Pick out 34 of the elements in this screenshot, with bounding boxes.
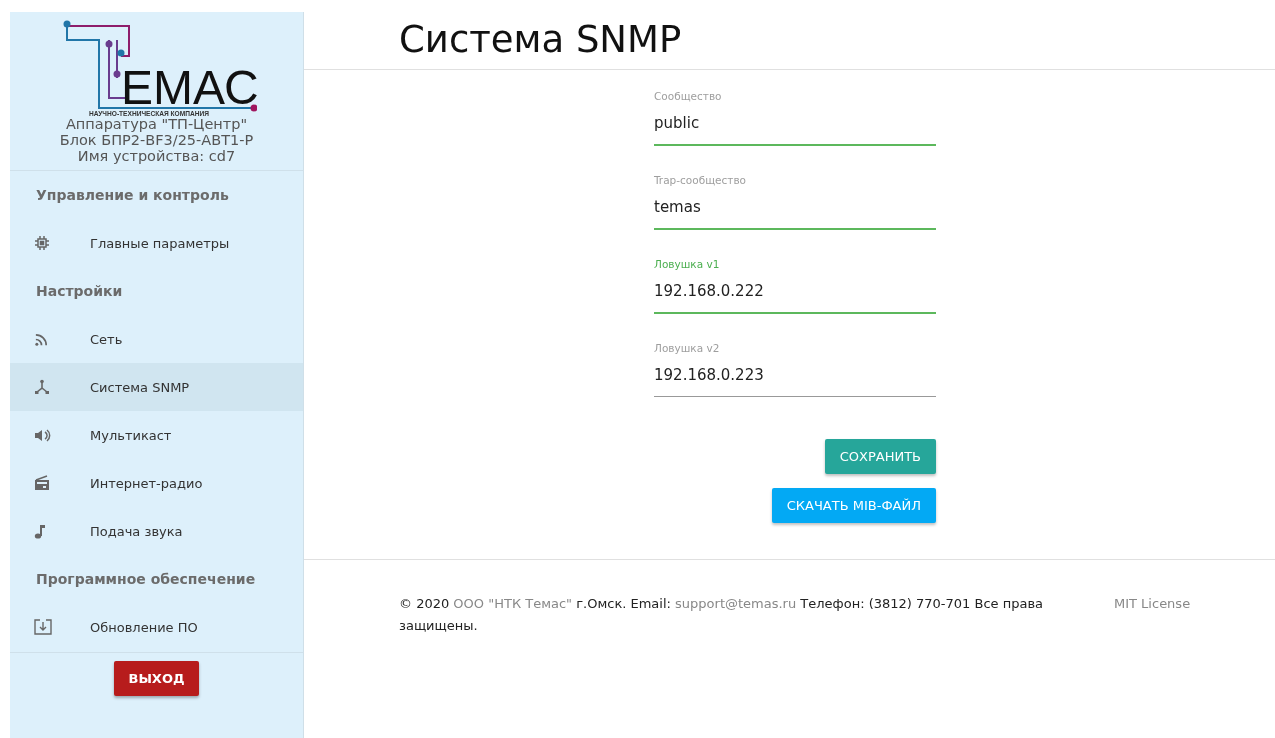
radio-icon — [34, 475, 50, 491]
footer-text: © 2020 ООО "НТК Темас" г.Омск. Email: support@temas.ru Телефон: (3812) 770-701 Все права защищены. — [399, 595, 1045, 635]
rss-icon — [34, 331, 49, 347]
field-label: Ловушка v2 — [654, 342, 721, 356]
input-field[interactable]: 192.168.0.223 — [654, 360, 936, 397]
input-field[interactable]: 192.168.0.222 — [654, 276, 936, 314]
footer-link[interactable]: ООО "НТК Темас" — [453, 596, 573, 611]
field-label: Trap-сообщество — [654, 174, 748, 188]
device-info-line: Блок БПР2-BF3/25-АВТ1-Р — [59, 132, 254, 148]
field-label: Сообщество — [654, 90, 723, 104]
nav-section-header: Управление и контроль — [35, 186, 230, 205]
field-label: Ловушка v1 — [654, 258, 721, 272]
nav-item[interactable]: Система SNMP — [10, 363, 303, 411]
footer-link[interactable]: support@temas.ru — [675, 596, 797, 611]
license-link[interactable]: MIT License — [1114, 593, 1204, 615]
page-title: Система SNMP — [304, 0, 1275, 70]
nav-item[interactable]: Подача звука — [10, 507, 303, 555]
music-note-icon — [34, 523, 46, 539]
download-icon — [34, 619, 52, 635]
nav-item[interactable]: Обновление ПО — [10, 603, 303, 651]
input-field[interactable]: temas — [654, 192, 936, 230]
nav-section-header: Программное обеспечение — [35, 570, 257, 589]
logout-button[interactable]: ВЫХОД — [114, 661, 199, 696]
speaker-icon — [34, 427, 51, 443]
chip-icon — [34, 235, 50, 251]
nav-item[interactable]: Интернет-радио — [10, 459, 303, 507]
nav-item[interactable]: Сеть — [10, 315, 303, 363]
device-info-line: Аппаратура "ТП-Центр" — [64, 116, 249, 132]
nav-section-header: Настройки — [35, 282, 124, 301]
input-field[interactable]: public — [654, 108, 936, 146]
nav-item[interactable]: Главные параметры — [10, 219, 303, 267]
network-icon — [34, 379, 50, 395]
nav-item[interactable]: Мультикаст — [10, 411, 303, 459]
device-info-line: Имя устройства: cd7 — [76, 148, 237, 164]
